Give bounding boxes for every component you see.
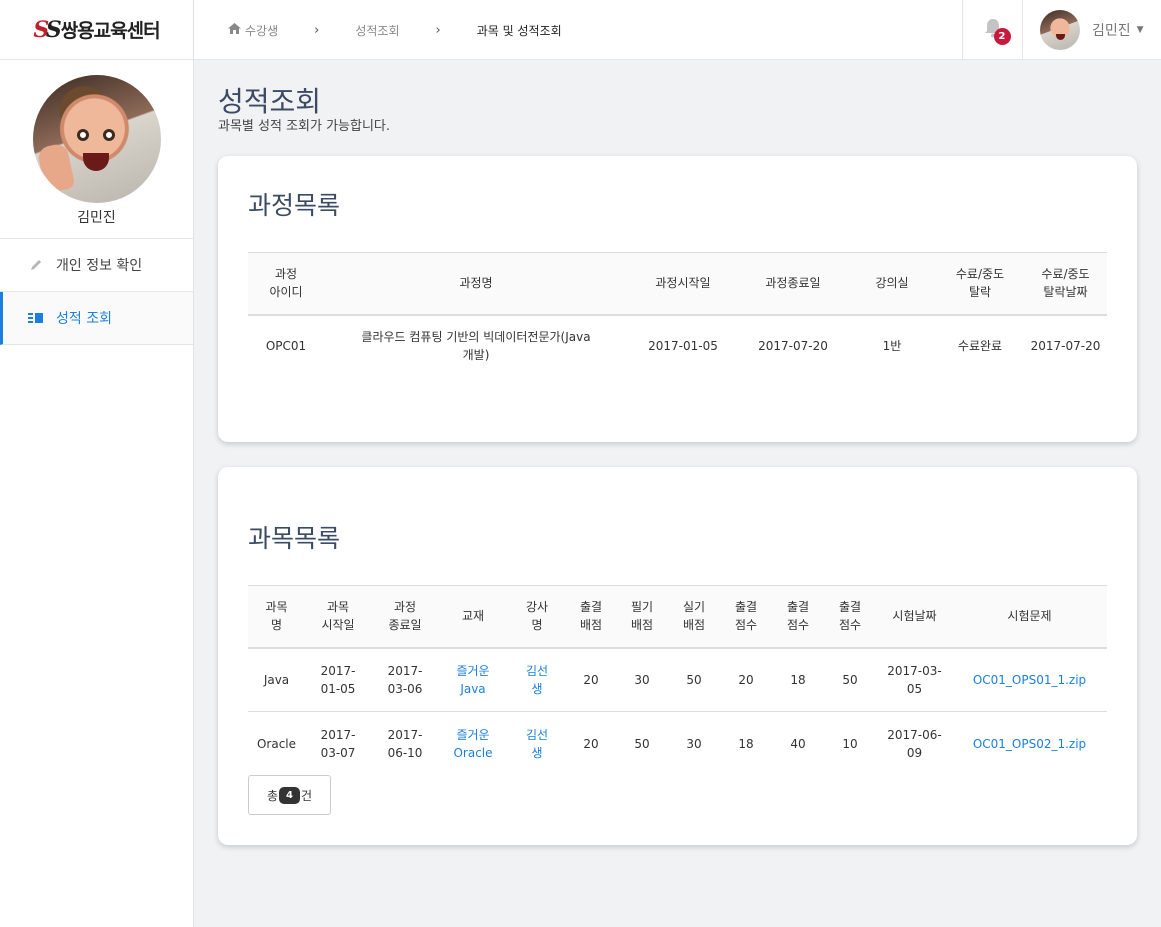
topbar: 수강생 › 성적조회 › 과목 및 성적조회 2 김민진 ▼ [194, 0, 1161, 60]
table-row: Oracle 2017- 03-07 2017- 06-10 즐거운 Oracl… [248, 712, 1107, 776]
notification-badge: 2 [993, 27, 1011, 45]
textbook-link[interactable]: 즐거운 Java [439, 647, 507, 712]
chevron-down-icon: ▼ [1136, 25, 1144, 35]
subject-list-card: 과목목록 과목 명 과목 시작일 과정 종료일 교재 강사 명 출결 배점 필기… [218, 467, 1137, 845]
pencil-icon [27, 258, 45, 272]
table-cell: 2017- 06-10 [387, 727, 423, 760]
table-header: 과목 명 [248, 585, 305, 649]
table-cell: 50 [823, 647, 877, 712]
table-header: 과정 종료일 [371, 585, 439, 649]
sidebar-item-label: 개인 정보 확인 [56, 258, 143, 274]
table-cell: 18 [738, 736, 754, 751]
breadcrumb-separator: › [435, 22, 441, 38]
table-row: OPC01 클라우드 컴퓨팅 기반의 빅데이터전문가(Java 개발) 2017… [248, 315, 1107, 377]
table-cell: 2017-07-20 [758, 339, 828, 353]
table-cell: 2017- 01-05 [305, 647, 371, 712]
table-cell: 2017-07-20 [1030, 339, 1101, 353]
table-cell: 2017-03- 05 [877, 647, 952, 712]
table-cell: 클라우드 컴퓨팅 기반의 빅데이터전문가(Java 개발) [361, 330, 591, 362]
table-header: 과정시작일 [628, 252, 738, 316]
table-header: 출결 점수 [719, 585, 773, 649]
table-cell: 2017- 03-07 [320, 727, 356, 760]
profile-avatar [32, 75, 161, 203]
table-header: 과목 시작일 [305, 585, 371, 649]
table-cell: Oracle [256, 736, 297, 751]
table-header: 과정 아이디 [248, 252, 324, 316]
instructor-link[interactable]: 김선 생 [507, 712, 567, 776]
profile-name: 김민진 [77, 210, 116, 226]
course-list-card: 과정목록 과정 아이디 과정명 과정시작일 과정종료일 강의실 수료/중도 탈락… [218, 156, 1137, 442]
table-header: 수료/중도 탈락날짜 [1024, 252, 1107, 316]
breadcrumb-grades[interactable]: 성적조회 [355, 22, 399, 39]
table-cell: 30 [615, 647, 669, 712]
total-prefix: 총 [266, 788, 279, 803]
table-header: 수료/중도 탈락 [936, 252, 1024, 316]
user-menu[interactable]: 김민진 ▼ [1040, 10, 1144, 50]
table-header: 실기 배점 [669, 585, 719, 649]
instructor-link[interactable]: 김선 생 [507, 647, 567, 712]
table-cell: 20 [567, 647, 615, 712]
table-header: 시험날짜 [877, 585, 952, 649]
total-suffix: 건 [300, 788, 313, 803]
breadcrumb-current: 과목 및 성적조회 [476, 23, 562, 38]
table-cell: 18 [773, 647, 823, 712]
table-header: 강의실 [848, 252, 936, 316]
table-cell: 1반 [882, 339, 902, 353]
table-header: 과정명 [324, 252, 628, 316]
table-row: Java 2017- 01-05 2017- 03-06 즐거운 Java 김선… [248, 647, 1107, 712]
total-count-button[interactable]: 총 4 건 [248, 775, 331, 815]
course-table: 과정 아이디 과정명 과정시작일 과정종료일 강의실 수료/중도 탈락 수료/중… [248, 252, 1107, 377]
logo-text: 쌍용교육센터 [60, 20, 161, 42]
table-cell: Java [248, 647, 305, 712]
exam-file-link[interactable]: OC01_OPS02_1.zip [952, 712, 1107, 776]
sidebar-item-personal-info[interactable]: 개인 정보 확인 [0, 239, 193, 292]
table-cell: 2017-01-05 [648, 339, 718, 353]
table-cell: 30 [686, 736, 702, 751]
sidebar: SS 쌍용교육센터 김민진 개인 정보 확인 성적 조회 [0, 0, 194, 927]
logo[interactable]: SS 쌍용교육센터 [0, 0, 193, 60]
textbook-link[interactable]: 즐거운 Oracle [439, 712, 507, 776]
list-icon [27, 311, 45, 325]
table-cell: OPC01 [265, 339, 307, 353]
user-name: 김민진 [1092, 23, 1131, 39]
breadcrumb: 수강생 › 성적조회 › 과목 및 성적조회 [228, 0, 562, 60]
table-cell: 2017-06- 09 [887, 727, 942, 760]
table-cell: 10 [842, 736, 858, 751]
table-header: 출결 점수 [823, 585, 877, 649]
table-cell: 2017- 03-06 [371, 647, 439, 712]
subject-table: 과목 명 과목 시작일 과정 종료일 교재 강사 명 출결 배점 필기 배점 실… [248, 585, 1107, 776]
breadcrumb-home[interactable]: 수강생 [228, 22, 278, 39]
table-cell: 20 [583, 736, 599, 751]
subject-list-title: 과목목록 [248, 524, 341, 553]
sidebar-item-label: 성적 조회 [56, 311, 112, 327]
course-list-title: 과정목록 [248, 191, 341, 220]
table-cell: 20 [719, 647, 773, 712]
sidebar-item-grades[interactable]: 성적 조회 [0, 292, 193, 345]
bell-icon: 2 [984, 18, 1011, 45]
table-header: 시험문제 [952, 585, 1107, 649]
table-header: 필기 배점 [615, 585, 669, 649]
page-subtitle: 과목별 성적 조회가 가능합니다. [218, 119, 391, 134]
avatar [1040, 10, 1080, 50]
profile-panel: 김민진 [0, 60, 193, 239]
table-cell: 수료완료 [957, 339, 1003, 353]
breadcrumb-separator: › [314, 22, 320, 38]
table-header: 출결 점수 [773, 585, 823, 649]
table-cell: 50 [634, 736, 650, 751]
notification-button[interactable]: 2 [962, 0, 1023, 60]
table-header: 과정종료일 [738, 252, 848, 316]
logo-mark: SS [33, 16, 61, 43]
table-cell: 50 [669, 647, 719, 712]
table-header: 교재 [439, 585, 507, 649]
table-header: 출결 배점 [567, 585, 615, 649]
table-cell: 40 [790, 736, 806, 751]
exam-file-link[interactable]: OC01_OPS01_1.zip [952, 647, 1107, 712]
page-title: 성적조회 [218, 85, 322, 118]
home-icon [228, 23, 241, 37]
table-header: 강사 명 [507, 585, 567, 649]
total-count-badge: 4 [279, 786, 300, 804]
table-header-row: 과목 명 과목 시작일 과정 종료일 교재 강사 명 출결 배점 필기 배점 실… [248, 585, 1107, 649]
table-header-row: 과정 아이디 과정명 과정시작일 과정종료일 강의실 수료/중도 탈락 수료/중… [248, 252, 1107, 316]
